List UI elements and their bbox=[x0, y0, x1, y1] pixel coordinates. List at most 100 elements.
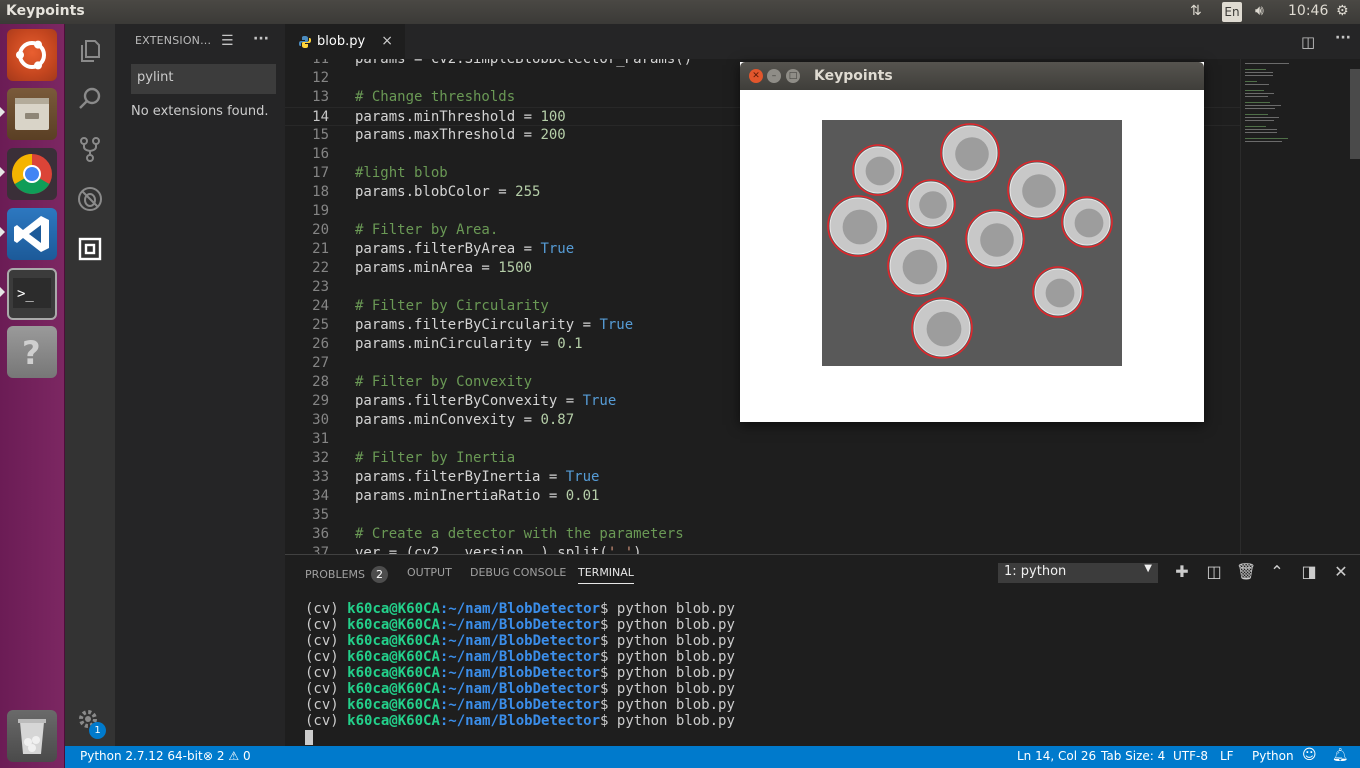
extensions-search-input[interactable]: pylint bbox=[131, 64, 276, 94]
python-interpreter[interactable]: Python 2.7.12 64-bit bbox=[80, 749, 203, 763]
split-editor-icon[interactable]: ◫ bbox=[1301, 33, 1315, 51]
terminal-line: (cv) k60ca@K60CA:~/nam/BlobDetector$ pyt… bbox=[305, 665, 735, 681]
tab-blob-py[interactable]: blob.py × bbox=[285, 24, 405, 59]
toggle-panel-position-icon[interactable]: ◨ bbox=[1300, 563, 1318, 581]
close-window-icon[interactable]: ✕ bbox=[749, 69, 763, 83]
line-ending[interactable]: LF bbox=[1220, 749, 1234, 763]
source-control-icon[interactable] bbox=[77, 136, 103, 162]
kill-terminal-trash-icon[interactable]: 🗑︎ bbox=[1236, 563, 1256, 581]
chrome-icon[interactable] bbox=[7, 148, 57, 200]
code-line[interactable]: 31 bbox=[285, 430, 1240, 449]
tab-problems[interactable]: PROBLEMS 2 bbox=[305, 566, 389, 583]
more-actions-icon[interactable]: ··· bbox=[253, 31, 269, 47]
explorer-icon[interactable] bbox=[77, 37, 103, 63]
volume-icon[interactable]: 🔊︎ bbox=[1255, 3, 1264, 19]
split-terminal-icon[interactable]: ◫ bbox=[1205, 563, 1223, 581]
minimap-line bbox=[1245, 114, 1269, 115]
code-line[interactable]: 35 bbox=[285, 506, 1240, 525]
tab-debug-console[interactable]: DEBUG CONSOLE bbox=[470, 566, 566, 579]
code-line[interactable]: 32 # Filter by Inertia bbox=[285, 449, 1240, 468]
feedback-smiley-icon[interactable]: ☺ bbox=[1302, 747, 1317, 763]
system-gear-icon[interactable]: ⚙ bbox=[1336, 3, 1349, 19]
terminal-line: (cv) k60ca@K60CA:~/nam/BlobDetector$ pyt… bbox=[305, 601, 735, 617]
maximize-panel-chevron-up-icon[interactable]: ⌃ bbox=[1268, 563, 1286, 581]
keypoints-titlebar[interactable]: ✕ – □ Keypoints bbox=[740, 62, 1204, 90]
debug-icon[interactable] bbox=[77, 186, 103, 212]
line-number: 19 bbox=[312, 203, 329, 219]
terminal-instance-select[interactable]: 1: python ▼ bbox=[998, 563, 1158, 583]
line-number: 11 bbox=[312, 59, 329, 67]
coin-keypoint bbox=[940, 123, 1000, 183]
clock[interactable]: 10:46 bbox=[1288, 3, 1328, 19]
code-line[interactable]: 34 params.minInertiaRatio = 0.01 bbox=[285, 487, 1240, 506]
terminal-line: (cv) k60ca@K60CA:~/nam/BlobDetector$ pyt… bbox=[305, 617, 735, 633]
minimap-line bbox=[1245, 138, 1288, 139]
code-line[interactable]: 36 # Create a detector with the parameter… bbox=[285, 525, 1240, 544]
code-text: params.maxThreshold = 200 bbox=[355, 127, 566, 143]
vscode-icon[interactable] bbox=[7, 208, 57, 260]
line-number: 37 bbox=[312, 545, 329, 554]
language-mode[interactable]: Python bbox=[1252, 749, 1294, 763]
code-text: params.minThreshold = 100 bbox=[355, 109, 566, 125]
terminal-icon[interactable]: >_ bbox=[7, 268, 57, 320]
sidebar-title: EXTENSION... bbox=[135, 34, 212, 47]
minimap-line bbox=[1245, 75, 1273, 76]
running-indicator bbox=[0, 107, 5, 117]
cursor-position[interactable]: Ln 14, Col 26 bbox=[1017, 749, 1096, 763]
trash-icon[interactable] bbox=[7, 710, 57, 762]
running-indicator bbox=[0, 227, 5, 237]
line-number: 26 bbox=[312, 336, 329, 352]
code-line[interactable]: 37 ver = (cv2.__version__).split('.') bbox=[285, 544, 1240, 554]
terminal-output[interactable]: (cv) k60ca@K60CA:~/nam/BlobDetector$ pyt… bbox=[305, 601, 735, 729]
keyboard-language-indicator[interactable]: En bbox=[1222, 2, 1242, 22]
code-text: params.blobColor = 255 bbox=[355, 184, 541, 200]
help-icon[interactable]: ? bbox=[7, 326, 57, 378]
active-app-title: Keypoints bbox=[6, 3, 85, 19]
coin-keypoint bbox=[911, 297, 973, 359]
code-text: params.filterByInertia = True bbox=[355, 469, 600, 485]
terminal-select-value: 1: python bbox=[1004, 564, 1067, 579]
svg-text:?: ? bbox=[22, 334, 41, 372]
extensions-sidebar: EXTENSION... ☰ ··· pylint No extensions … bbox=[115, 24, 285, 746]
code-text: params.minArea = 1500 bbox=[355, 260, 533, 276]
notifications-bell-icon[interactable]: 🔔︎ bbox=[1332, 748, 1349, 763]
tab-size[interactable]: Tab Size: 4 bbox=[1101, 749, 1165, 763]
tab-terminal[interactable]: TERMINAL bbox=[578, 566, 634, 584]
new-terminal-icon[interactable]: ✚ bbox=[1173, 563, 1191, 581]
clear-extensions-icon[interactable]: ☰ bbox=[221, 33, 234, 49]
files-icon[interactable] bbox=[7, 88, 57, 140]
editor-scrollbar[interactable] bbox=[1350, 69, 1360, 159]
minimize-window-icon[interactable]: – bbox=[767, 69, 781, 83]
editor-tab-bar: blob.py × ◫ ··· bbox=[285, 24, 1360, 59]
problems-summary[interactable]: ⊗ 2 ⚠ 0 bbox=[203, 749, 251, 763]
minimap[interactable] bbox=[1240, 59, 1360, 554]
minimap-line bbox=[1245, 132, 1277, 133]
extensions-icon[interactable] bbox=[77, 236, 103, 262]
close-panel-icon[interactable]: ✕ bbox=[1332, 563, 1350, 581]
error-icon: ⊗ bbox=[203, 749, 214, 763]
network-updown-icon[interactable]: ⇅ bbox=[1190, 3, 1202, 19]
settings-gear-icon[interactable]: 1 bbox=[77, 708, 106, 739]
ubuntu-dash-icon[interactable] bbox=[7, 29, 57, 81]
tab-label: blob.py bbox=[317, 34, 366, 49]
code-text: # Filter by Area. bbox=[355, 222, 499, 238]
code-line[interactable]: 33 params.filterByInertia = True bbox=[285, 468, 1240, 487]
code-text: #light blob bbox=[355, 165, 448, 181]
encoding[interactable]: UTF-8 bbox=[1173, 749, 1208, 763]
line-number: 33 bbox=[312, 469, 329, 485]
line-number: 16 bbox=[312, 146, 329, 162]
tab-output[interactable]: OUTPUT bbox=[407, 566, 452, 579]
code-text: # Filter by Circularity bbox=[355, 298, 549, 314]
line-number: 14 bbox=[312, 109, 329, 125]
terminal-line: (cv) k60ca@K60CA:~/nam/BlobDetector$ pyt… bbox=[305, 633, 735, 649]
maximize-window-icon[interactable]: □ bbox=[786, 69, 800, 83]
code-text: # Filter by Inertia bbox=[355, 450, 516, 466]
search-icon[interactable] bbox=[77, 86, 103, 112]
tab-close-icon[interactable]: × bbox=[381, 33, 393, 49]
minimap-line bbox=[1245, 90, 1264, 91]
minimap-line bbox=[1245, 102, 1271, 103]
code-text: params = cv2.SimpleBlobDetector_Params() bbox=[355, 59, 693, 67]
line-number: 23 bbox=[312, 279, 329, 295]
line-number: 25 bbox=[312, 317, 329, 333]
editor-more-icon[interactable]: ··· bbox=[1335, 30, 1351, 46]
